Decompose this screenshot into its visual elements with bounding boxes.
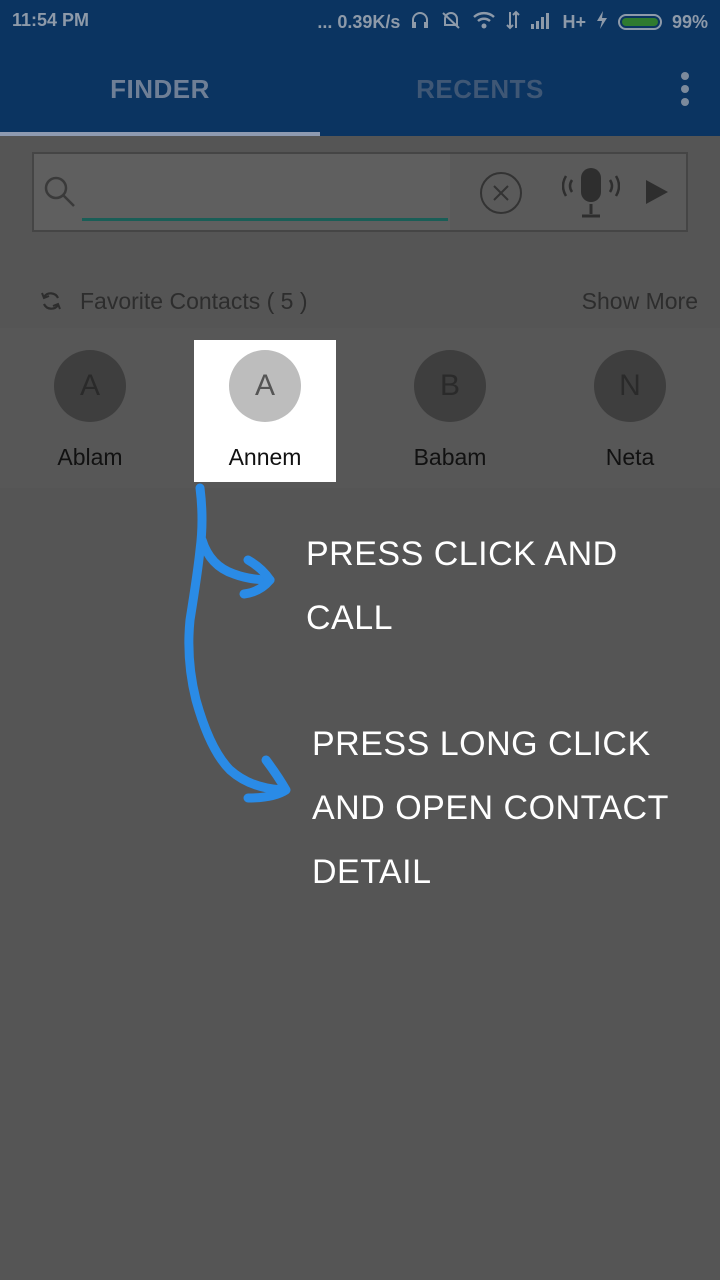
avatar: A [54,350,126,422]
contact-ablam[interactable]: A Ablam [19,340,161,482]
data-arrows-icon [506,10,521,34]
long-click-line1: PRESS LONG CLICK [312,725,651,763]
contact-babam[interactable]: B Babam [379,340,521,482]
microphone-icon[interactable] [562,164,620,222]
avatar: A [229,350,301,422]
show-more-link[interactable]: Show More [582,288,698,315]
long-click-arrow-head [243,755,291,803]
long-click-arrow-line [184,483,287,795]
contact-name: Neta [605,444,655,470]
headset-icon [410,10,430,34]
contact-name: Ablam [57,444,123,470]
favorites-title: Favorite Contacts ( 5 ) [80,288,308,314]
play-icon[interactable] [642,178,670,206]
wifi-icon [472,10,496,34]
favorites-header: Favorite Contacts ( 5 ) Show More [0,272,720,328]
network-type: H+ [562,12,586,32]
signal-icon [530,10,552,34]
contact-name: Babam [413,444,487,470]
avatar: N [594,350,666,422]
status-bar: 11:54 PM ... 0.39K/s H+ 99% [0,0,720,42]
clear-icon[interactable] [478,170,524,216]
long-click-line2: AND OPEN CONTACT [312,789,669,827]
tab-indicator [0,132,320,136]
tab-finder[interactable]: FINDER [0,42,320,136]
favorites-list: A Ablam A Annem B Babam N Neta [0,328,720,488]
long-click-line3: DETAIL [312,853,432,891]
app-bar: FINDER RECENTS [0,42,720,136]
search-bar [32,152,688,232]
search-input[interactable] [82,172,448,221]
battery-percent: 99% [671,12,708,32]
battery-icon [617,14,662,30]
status-time: 11:54 PM [12,10,90,30]
avatar: B [414,350,486,422]
tab-recents[interactable]: RECENTS [320,42,640,136]
status-icons: ... 0.39K/s H+ 99% [317,10,708,34]
contact-name: Annem [228,444,302,470]
mute-icon [440,10,462,34]
long-click-hint: PRESS LONG CLICK AND OPEN CONTACT DETAIL [312,712,669,904]
contact-annem[interactable]: A Annem [194,340,336,482]
press-click-line2: CALL [306,599,394,637]
network-speed: ... 0.39K/s [317,12,401,32]
overflow-menu-icon[interactable] [680,72,690,106]
contact-neta[interactable]: N Neta [559,340,701,482]
refresh-icon[interactable] [40,290,62,312]
charging-icon [596,10,608,34]
press-click-hint: PRESS CLICK AND CALL [306,522,618,650]
press-click-line1: PRESS CLICK AND [306,535,618,573]
search-icon [44,176,75,207]
